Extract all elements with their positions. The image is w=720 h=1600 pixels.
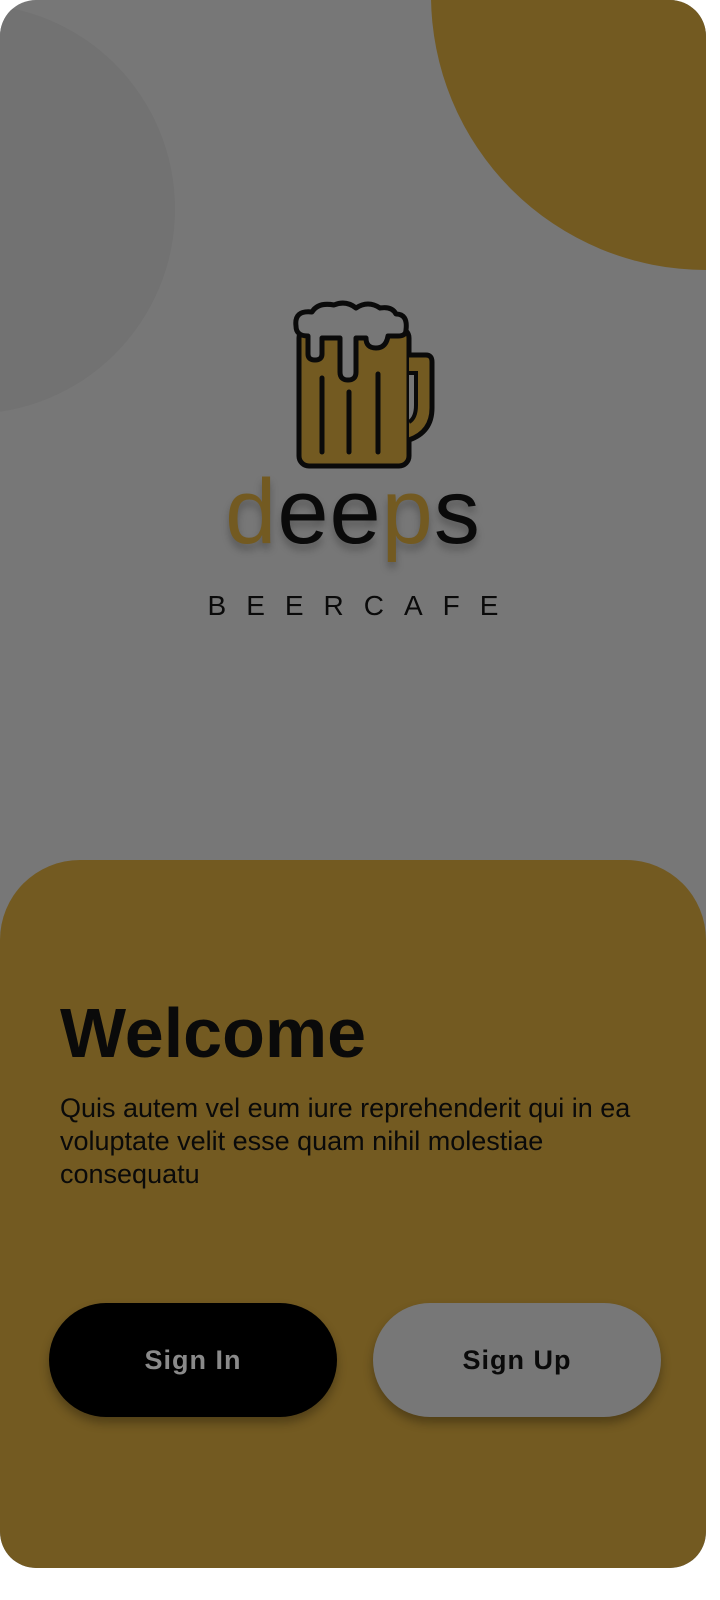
- welcome-screen: deeps BEERCAFE Welcome Quis autem vel eu…: [0, 0, 706, 1568]
- brand-name-ee: ee: [277, 461, 382, 563]
- brand-name: deeps: [0, 466, 706, 558]
- welcome-title: Welcome: [60, 994, 367, 1072]
- brand-tagline: BEERCAFE: [207, 590, 519, 621]
- decorative-circle-left: [0, 4, 175, 414]
- brand-name-d: d: [225, 461, 278, 563]
- brand-name-p: p: [381, 461, 434, 563]
- beer-mug-icon: [293, 300, 435, 469]
- welcome-sheet: Welcome Quis autem vel eum iure reprehen…: [0, 860, 706, 1568]
- decorative-circle-right: [431, 0, 706, 270]
- welcome-description: Quis autem vel eum iure reprehenderit qu…: [60, 1093, 631, 1189]
- brand-name-s: s: [433, 461, 481, 563]
- sign-in-button[interactable]: Sign In: [49, 1303, 337, 1417]
- sign-up-button[interactable]: Sign Up: [373, 1303, 661, 1417]
